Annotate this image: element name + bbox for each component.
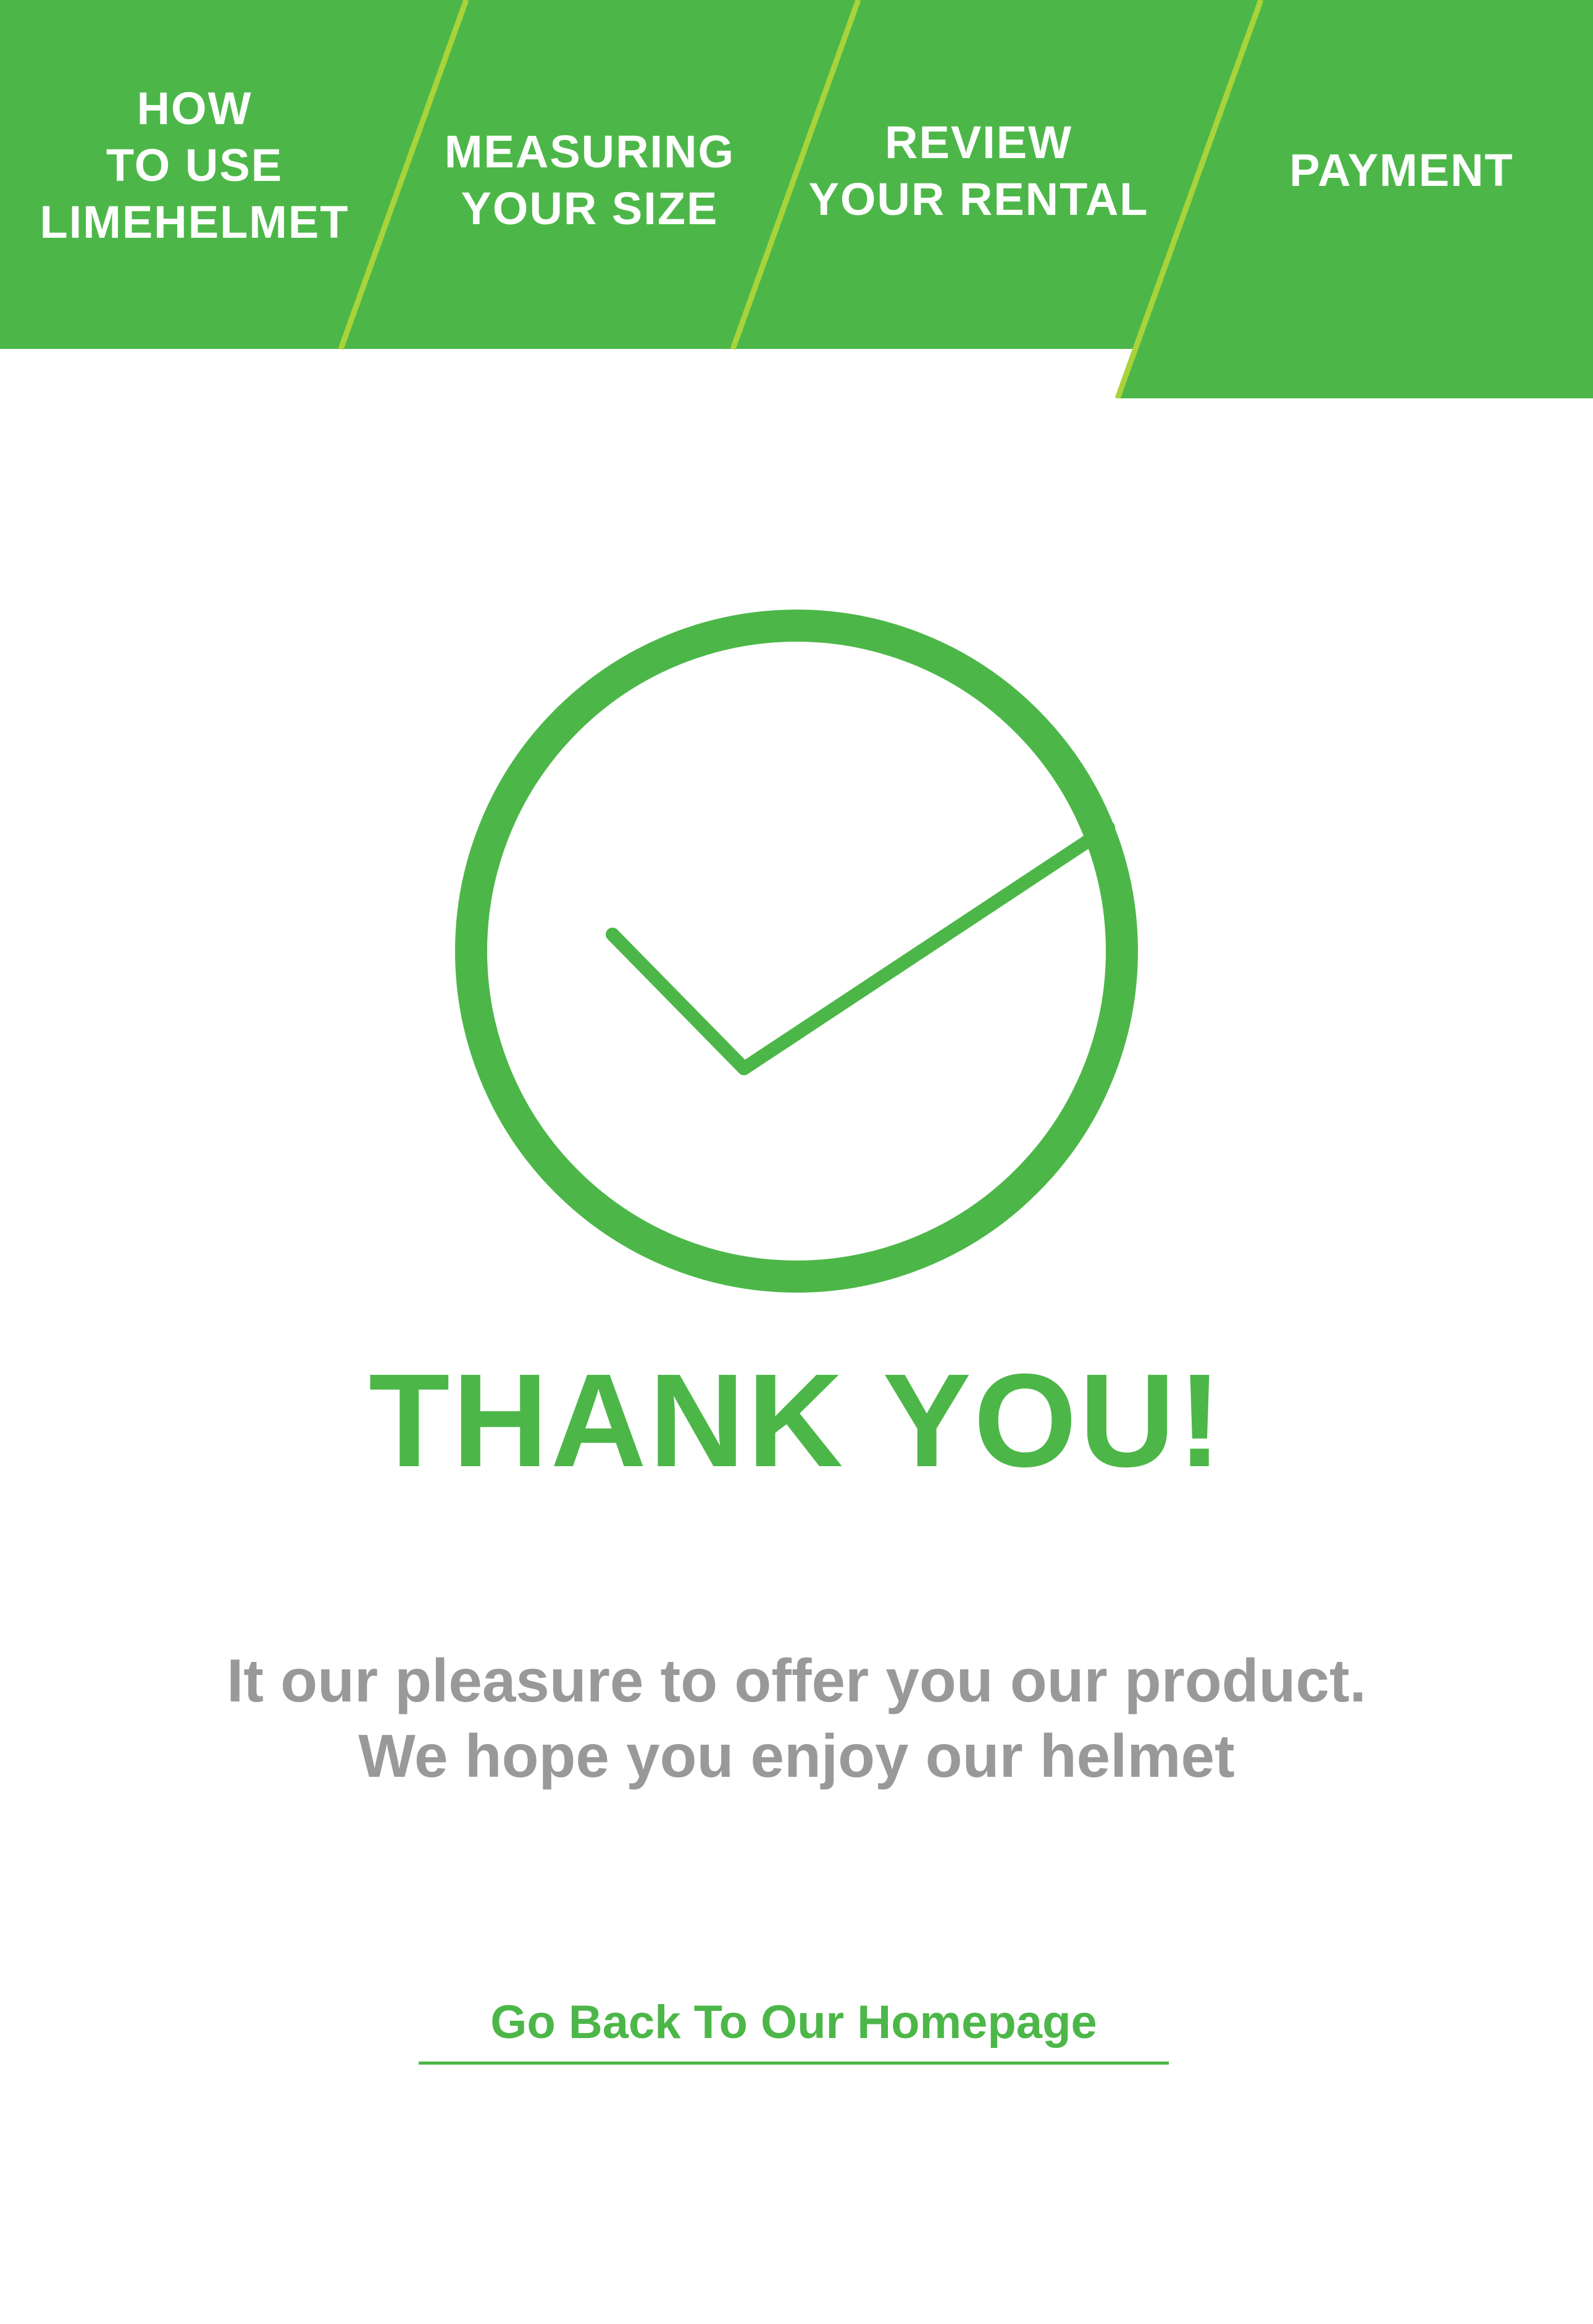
link-underline: [419, 2062, 1169, 2065]
message-line-2: We hope you enjoy our helmet: [358, 1722, 1235, 1790]
back-to-homepage-link[interactable]: Go Back To Our Homepage: [419, 1992, 1169, 2053]
step-how-to-use[interactable]: HOW TO USE LIMEHELMET: [12, 80, 377, 251]
step-review-rental[interactable]: REVIEW YOUR RENTAL: [796, 114, 1161, 228]
checkout-stepper: HOW TO USE LIMEHELMET MEASURING YOUR SIZ…: [0, 0, 1593, 398]
step-payment[interactable]: PAYMENT: [1235, 142, 1568, 199]
active-step-tab: [1118, 349, 1593, 398]
confirmation-message: It our pleasure to offer you our product…: [0, 1643, 1593, 1793]
check-circle-icon: [454, 608, 1139, 1294]
message-line-1: It our pleasure to offer you our product…: [227, 1647, 1366, 1714]
step-measuring-size[interactable]: MEASURING YOUR SIZE: [426, 124, 753, 237]
page-title: THANK YOU!: [369, 1346, 1224, 1495]
